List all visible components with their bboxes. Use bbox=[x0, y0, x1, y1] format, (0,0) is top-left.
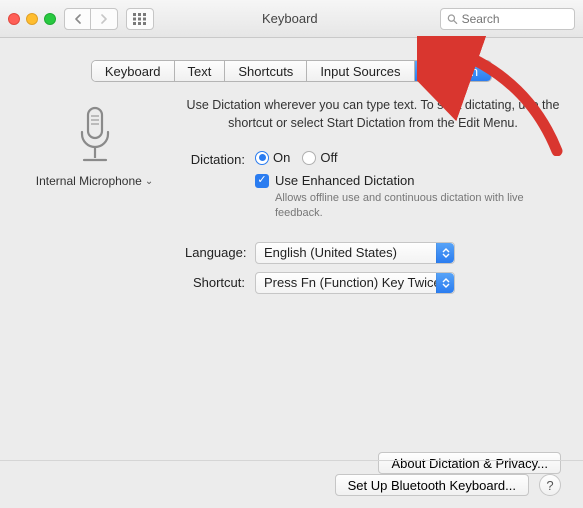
microphone-dropdown[interactable]: Internal Microphone ⌄ bbox=[36, 174, 153, 188]
enhanced-dictation-hint: Allows offline use and continuous dictat… bbox=[275, 191, 540, 220]
microphone-icon bbox=[71, 104, 119, 168]
chevron-down-icon: ⌄ bbox=[145, 176, 153, 187]
dropdown-arrows-icon bbox=[436, 243, 454, 263]
shortcut-label: Shortcut: bbox=[185, 275, 245, 290]
intro-text: Use Dictation wherever you can type text… bbox=[185, 96, 561, 132]
grid-icon bbox=[133, 13, 147, 25]
language-label: Language: bbox=[185, 245, 245, 260]
content-area: Internal Microphone ⌄ Use Dictation wher… bbox=[0, 82, 583, 302]
search-icon bbox=[447, 13, 458, 25]
close-icon[interactable] bbox=[8, 13, 20, 25]
bluetooth-keyboard-button[interactable]: Set Up Bluetooth Keyboard... bbox=[335, 474, 529, 496]
enhanced-dictation-checkbox[interactable]: ✓ Use Enhanced Dictation bbox=[255, 173, 540, 188]
tab-input-sources[interactable]: Input Sources bbox=[307, 61, 414, 81]
dictation-off-radio[interactable]: Off bbox=[302, 150, 337, 165]
zoom-icon[interactable] bbox=[44, 13, 56, 25]
language-select[interactable]: English (United States) bbox=[255, 242, 455, 264]
divider bbox=[0, 460, 583, 461]
tab-keyboard[interactable]: Keyboard bbox=[92, 61, 175, 81]
about-dictation-button[interactable]: About Dictation & Privacy... bbox=[378, 452, 561, 474]
microphone-column: Internal Microphone ⌄ bbox=[22, 96, 167, 302]
checkbox-checked-icon: ✓ bbox=[255, 174, 269, 188]
dropdown-arrows-icon bbox=[436, 273, 454, 293]
window-controls bbox=[8, 13, 56, 25]
tab-dictation[interactable]: Dictation bbox=[415, 61, 492, 81]
tab-shortcuts[interactable]: Shortcuts bbox=[225, 61, 307, 81]
nav-buttons bbox=[64, 8, 118, 30]
tab-text[interactable]: Text bbox=[175, 61, 226, 81]
back-button[interactable] bbox=[65, 9, 91, 29]
dictation-on-radio[interactable]: On bbox=[255, 150, 290, 165]
minimize-icon[interactable] bbox=[26, 13, 38, 25]
window-titlebar: Keyboard bbox=[0, 0, 583, 38]
window-title: Keyboard bbox=[262, 11, 318, 26]
search-field[interactable] bbox=[440, 8, 575, 30]
radio-unselected-icon bbox=[302, 151, 316, 165]
shortcut-select[interactable]: Press Fn (Function) Key Twice bbox=[255, 272, 455, 294]
forward-button[interactable] bbox=[91, 9, 117, 29]
search-input[interactable] bbox=[462, 12, 568, 26]
help-button[interactable]: ? bbox=[539, 474, 561, 496]
dictation-label: Dictation: bbox=[185, 150, 245, 167]
show-all-button[interactable] bbox=[126, 8, 154, 30]
tabs-row: Keyboard Text Shortcuts Input Sources Di… bbox=[0, 60, 583, 82]
radio-selected-icon bbox=[255, 151, 269, 165]
microphone-label: Internal Microphone bbox=[36, 174, 142, 188]
